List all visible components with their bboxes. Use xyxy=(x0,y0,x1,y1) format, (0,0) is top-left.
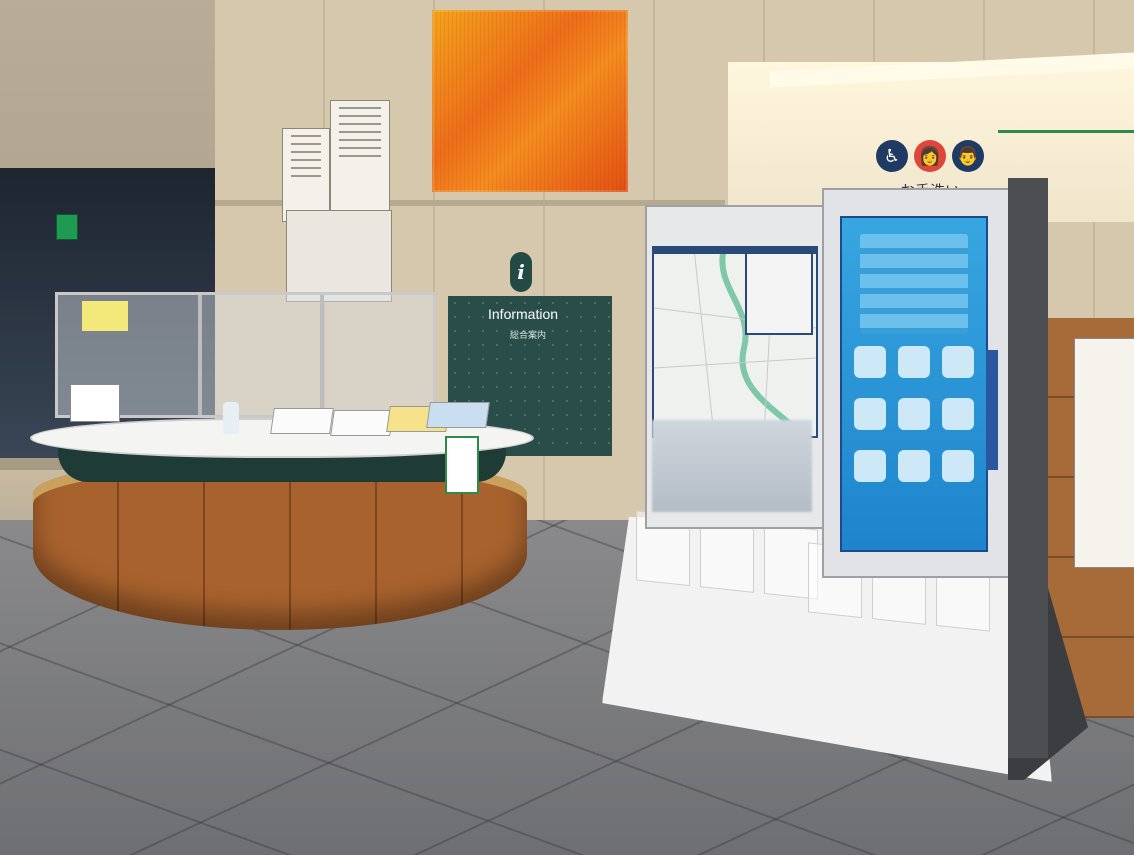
sanitizer-bottle xyxy=(223,402,239,434)
app-tile[interactable] xyxy=(854,450,886,482)
wall-artwork xyxy=(432,10,628,192)
map-screen[interactable] xyxy=(652,246,818,438)
wheelchair-icon: ♿ xyxy=(876,140,908,172)
desk-papers xyxy=(426,402,490,428)
information-subtitle: 総合案内 xyxy=(510,331,547,341)
information-title: Information xyxy=(488,306,559,322)
man-icon: 👨 xyxy=(952,140,984,172)
lobby-photo: ♿ 👩 👨 お手洗い i Information 総合案内 xyxy=(0,0,1134,855)
desk-papers xyxy=(330,410,394,436)
restroom-icons: ♿ 👩 👨 xyxy=(876,140,984,172)
green-stripe xyxy=(998,130,1134,133)
notice-board-right xyxy=(330,100,390,212)
desk-papers xyxy=(270,408,334,434)
screen-table xyxy=(860,234,968,334)
exit-sign-icon xyxy=(56,214,78,240)
app-tile[interactable] xyxy=(898,346,930,378)
map-graphic xyxy=(654,248,816,436)
app-tile[interactable] xyxy=(854,398,886,430)
kiosk-side-label xyxy=(986,350,998,470)
right-notice-board xyxy=(1074,338,1134,568)
touch-screen[interactable] xyxy=(840,216,988,552)
notice-board-left xyxy=(282,128,330,222)
yellow-note xyxy=(82,301,128,331)
info-icon: i xyxy=(510,252,532,292)
app-tile[interactable] xyxy=(898,450,930,482)
bulletin-board xyxy=(286,210,392,302)
kiosk-frame xyxy=(1008,178,1048,758)
app-tile[interactable] xyxy=(854,346,886,378)
app-tile[interactable] xyxy=(942,398,974,430)
blurred-ad xyxy=(652,420,812,512)
desk-sign-card xyxy=(70,384,120,422)
app-tile[interactable] xyxy=(942,450,974,482)
app-tile[interactable] xyxy=(942,346,974,378)
woman-icon: 👩 xyxy=(914,140,946,172)
app-tile[interactable] xyxy=(898,398,930,430)
green-desk-sign xyxy=(445,436,479,494)
